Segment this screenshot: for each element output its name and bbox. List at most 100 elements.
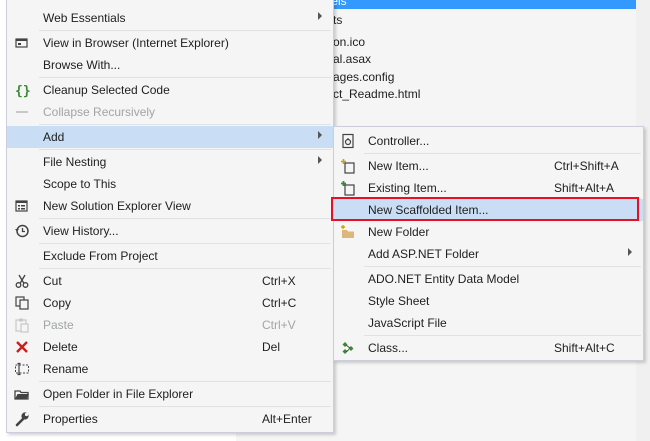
menu-separator: [364, 335, 641, 336]
menu-separator: [39, 381, 331, 382]
tree-item[interactable]: on.ico: [333, 35, 365, 49]
menu-item-label: Delete: [43, 340, 78, 354]
tree-item[interactable]: al.asax: [333, 52, 371, 66]
menu-item-shortcut: Alt+Enter: [262, 412, 312, 426]
menu-item-new-item[interactable]: New Item... Ctrl+Shift+A: [334, 155, 643, 177]
menu-item-label: New Item...: [368, 159, 429, 173]
menu-item-add[interactable]: Add: [7, 126, 333, 148]
new-item-icon: [340, 158, 356, 174]
menu-item-shortcut: Ctrl+V: [262, 318, 296, 332]
menu-separator: [39, 77, 331, 78]
menu-item-existing-item[interactable]: Existing Item... Shift+Alt+A: [334, 177, 643, 199]
menu-separator: [39, 124, 331, 125]
menu-item-cut[interactable]: Cut Ctrl+X: [7, 270, 333, 292]
menu-item-label: Open Folder in File Explorer: [43, 387, 194, 401]
menu-item-label: New Solution Explorer View: [43, 199, 191, 213]
braces-icon: {}: [14, 82, 31, 99]
menu-separator: [39, 243, 331, 244]
tree-item[interactable]: ages.config: [333, 70, 394, 84]
folder-open-icon: [14, 386, 30, 402]
menu-item-properties[interactable]: Properties Alt+Enter: [7, 408, 333, 430]
add-submenu: Controller... New Item... Ctrl+Shift+A E…: [333, 126, 644, 361]
menu-separator: [364, 266, 641, 267]
menu-item-label: View History...: [43, 224, 119, 238]
highlight-callout-box: [331, 197, 639, 221]
existing-item-icon: [340, 180, 356, 196]
browser-window-icon: [14, 35, 30, 51]
tree-item[interactable]: ts: [333, 13, 342, 27]
class-icon: [340, 340, 356, 356]
submenu-arrow-icon: [318, 12, 322, 20]
menu-separator: [39, 268, 331, 269]
menu-item-label: Existing Item...: [368, 181, 447, 195]
menu-item-controller[interactable]: Controller...: [334, 130, 643, 152]
menu-item-browse-with[interactable]: Browse With...: [7, 54, 333, 76]
submenu-arrow-icon: [628, 248, 632, 256]
menu-item-label: Rename: [43, 362, 89, 376]
submenu-arrow-icon: [318, 131, 322, 139]
menu-item-label: Cut: [43, 274, 62, 288]
menu-item-collapse-recursively[interactable]: Collapse Recursively: [7, 101, 333, 123]
menu-separator: [39, 218, 331, 219]
menu-item-paste[interactable]: Paste Ctrl+V: [7, 314, 333, 336]
menu-item-label: Paste: [43, 318, 74, 332]
menu-item-cleanup-selected-code[interactable]: {} Cleanup Selected Code: [7, 79, 333, 101]
menu-item-label: File Nesting: [43, 155, 107, 169]
svg-text:{}: {}: [15, 84, 30, 98]
tree-item[interactable]: ct_Readme.html: [333, 87, 420, 101]
menu-item-exclude-from-project[interactable]: Exclude From Project: [7, 245, 333, 267]
menu-item-label: Cleanup Selected Code: [43, 83, 170, 97]
menu-item-style-sheet[interactable]: Style Sheet: [334, 290, 643, 312]
menu-separator: [364, 153, 641, 154]
submenu-arrow-icon: [318, 156, 322, 164]
menu-item-shortcut: Ctrl+Shift+A: [554, 159, 619, 173]
menu-item-label: JavaScript File: [368, 316, 447, 330]
menu-item-view-history[interactable]: View History...: [7, 220, 333, 242]
menu-item-shortcut: Ctrl+X: [262, 274, 296, 288]
menu-item-rename[interactable]: Rename: [7, 358, 333, 380]
scissors-icon: [14, 273, 30, 289]
menu-item-add-aspnet-folder[interactable]: Add ASP.NET Folder: [334, 243, 643, 265]
menu-separator: [39, 406, 331, 407]
context-menu: Web Essentials View in Browser (Internet…: [6, 0, 334, 433]
menu-item-adonet-entity-data-model[interactable]: ADO.NET Entity Data Model: [334, 268, 643, 290]
menu-item-label: New Folder: [368, 225, 430, 239]
menu-separator: [39, 30, 331, 31]
menu-item-class[interactable]: Class... Shift+Alt+C: [334, 337, 643, 359]
menu-item-open-folder-in-file-explorer[interactable]: Open Folder in File Explorer: [7, 383, 333, 405]
menu-item-label: Properties: [43, 412, 98, 426]
rename-icon: [14, 361, 30, 377]
menu-item-shortcut: Del: [262, 340, 281, 354]
menu-item-label: Browse With...: [43, 58, 121, 72]
menu-item-label: Class...: [368, 341, 409, 355]
history-icon: [14, 223, 30, 239]
menu-item-new-solution-explorer-view[interactable]: New Solution Explorer View: [7, 195, 333, 217]
menu-item-delete[interactable]: Delete Del: [7, 336, 333, 358]
menu-item-label: Controller...: [368, 134, 430, 148]
menu-item-label: Web Essentials: [43, 11, 126, 25]
paste-icon: [14, 317, 30, 333]
menu-item-shortcut: Shift+Alt+C: [554, 341, 615, 355]
menu-item-scope-to-this[interactable]: Scope to This: [7, 173, 333, 195]
delete-x-icon: [14, 339, 30, 355]
menu-item-label: ADO.NET Entity Data Model: [368, 272, 520, 286]
menu-item-javascript-file[interactable]: JavaScript File: [334, 312, 643, 334]
menu-item-label: View in Browser (Internet Explorer): [43, 36, 229, 50]
new-folder-icon: [340, 224, 356, 240]
menu-item-shortcut: Shift+Alt+A: [554, 181, 615, 195]
menu-item-copy[interactable]: Copy Ctrl+C: [7, 292, 333, 314]
menu-item-label: Copy: [43, 296, 72, 310]
menu-item-web-essentials[interactable]: Web Essentials: [7, 7, 333, 29]
wrench-icon: [14, 411, 30, 427]
menu-item-shortcut: Ctrl+C: [262, 296, 297, 310]
menu-item-new-folder[interactable]: New Folder: [334, 221, 643, 243]
menu-item-label: Add ASP.NET Folder: [368, 247, 479, 261]
menu-item-label: Scope to This: [43, 177, 117, 191]
menu-item-file-nesting[interactable]: File Nesting: [7, 151, 333, 173]
menu-item-view-in-browser[interactable]: View in Browser (Internet Explorer): [7, 32, 333, 54]
collapse-icon: [14, 104, 30, 120]
menu-item-label: Exclude From Project: [43, 249, 158, 263]
menu-item-label: Add: [43, 130, 65, 144]
controller-icon: [340, 133, 356, 149]
menu-item-label: Collapse Recursively: [43, 105, 156, 119]
